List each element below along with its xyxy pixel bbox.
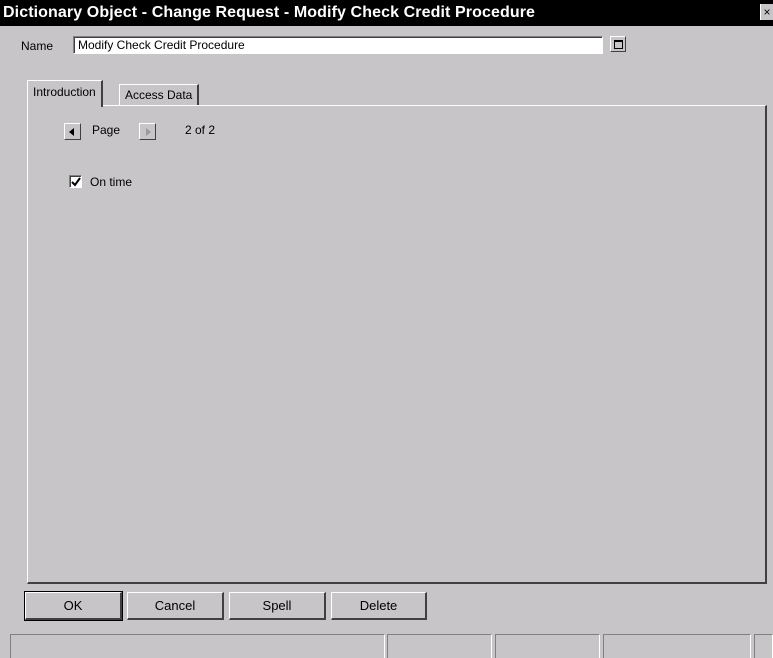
tab-introduction[interactable]: Introduction [27,80,103,107]
status-pane [603,634,751,658]
delete-button[interactable]: Delete [331,592,427,620]
tab-access-data[interactable]: Access Data [119,84,200,106]
prev-page-button[interactable] [64,123,81,140]
page-label: Page [92,123,121,137]
on-time-label: On time [90,175,133,189]
status-pane [495,634,600,658]
right-arrow-icon [146,128,151,136]
spell-button[interactable]: Spell [229,592,326,620]
status-pane [754,634,773,658]
name-input[interactable] [73,36,603,54]
title-bar: Dictionary Object - Change Request - Mod… [0,0,773,26]
checkmark-icon [71,177,81,187]
ok-button[interactable]: OK [24,591,123,621]
status-pane [387,634,492,658]
cancel-button[interactable]: Cancel [127,592,224,620]
page-count: 2 of 2 [185,123,216,137]
tab-panel-introduction [27,105,767,584]
status-pane [10,634,385,658]
left-arrow-icon [69,128,74,136]
next-page-button[interactable] [139,123,156,140]
name-label: Name [21,39,54,53]
expand-button[interactable] [610,36,626,52]
on-time-checkbox[interactable] [69,175,82,188]
window-title: Dictionary Object - Change Request - Mod… [3,4,536,21]
close-button[interactable]: × [760,4,773,20]
